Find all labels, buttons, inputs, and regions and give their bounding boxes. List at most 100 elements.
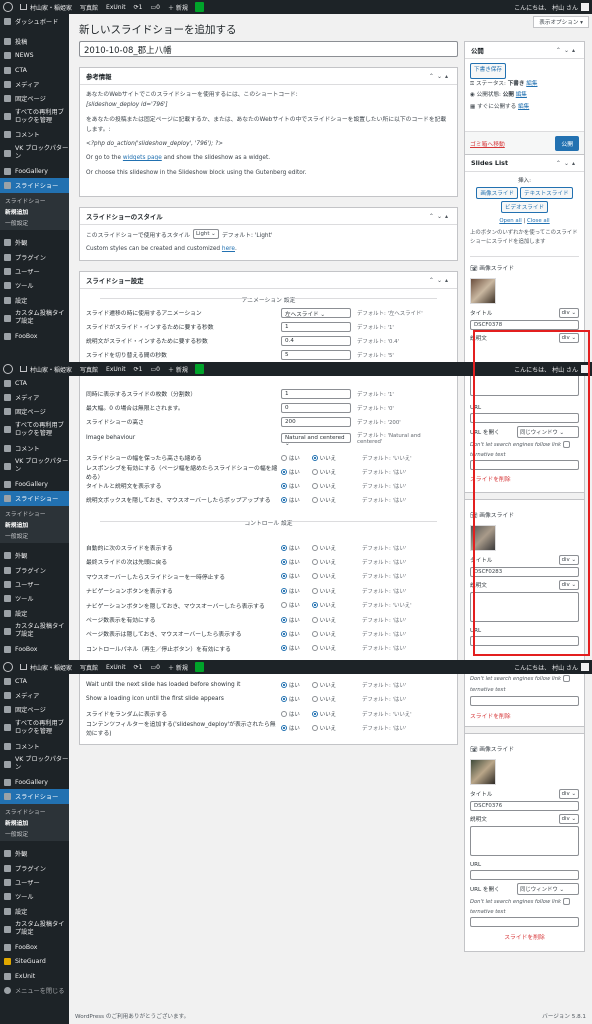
- menu-appearance[interactable]: 外観: [0, 236, 69, 250]
- menu-custom-post-types[interactable]: カスタム投稿タイプ設定: [0, 307, 69, 329]
- no-radio[interactable]: [311, 496, 318, 503]
- menu-media[interactable]: メディア: [0, 77, 69, 91]
- screen-options-button[interactable]: 表示オプション ▾: [533, 16, 589, 28]
- avatar[interactable]: [581, 663, 589, 671]
- slide-url-input[interactable]: [470, 870, 579, 880]
- comments-count[interactable]: ▭ 0: [146, 660, 164, 674]
- description-tag-select[interactable]: div ⌄: [558, 814, 579, 824]
- collapse-menu[interactable]: メニューを閉じる: [0, 983, 69, 997]
- title-tag-select[interactable]: div ⌄: [558, 789, 579, 799]
- yes-radio[interactable]: [281, 710, 287, 717]
- new-content-button[interactable]: ＋ 新規: [164, 660, 192, 674]
- menu-foogallery[interactable]: FooGallery: [0, 164, 69, 178]
- new-content-button[interactable]: ＋ 新規: [164, 0, 192, 14]
- admin-bar-exunit[interactable]: ExUnit: [102, 362, 130, 376]
- submenu-general-settings[interactable]: 一般設定: [0, 530, 69, 541]
- yes-no-toggle[interactable]: はい いいえ: [281, 630, 356, 638]
- slides-per-view-input[interactable]: 1: [281, 388, 351, 399]
- menu-tools[interactable]: ツール: [0, 592, 69, 606]
- menu-reusable-blocks[interactable]: すべての再利用ブロックを管理: [0, 106, 69, 128]
- add-image-slide-button[interactable]: 画像スライド: [476, 187, 518, 199]
- menu-reusable-blocks[interactable]: すべての再利用ブロックを管理: [0, 717, 69, 739]
- style-select[interactable]: Light ⌄: [193, 229, 219, 239]
- yes-no-toggle[interactable]: はい いいえ: [281, 558, 356, 566]
- yes-radio[interactable]: [281, 630, 287, 637]
- menu-slideshow[interactable]: スライドショー: [0, 491, 69, 506]
- menu-cta[interactable]: CTA: [0, 376, 69, 390]
- wordpress-logo-icon[interactable]: [3, 364, 13, 374]
- updates-count[interactable]: ⟳ 1: [130, 0, 147, 14]
- title-tag-select[interactable]: div ⌄: [558, 308, 579, 318]
- submenu-general-settings[interactable]: 一般設定: [0, 828, 69, 839]
- menu-slideshow[interactable]: スライドショー: [0, 789, 69, 804]
- admin-bar-photo[interactable]: 写真館: [76, 660, 102, 674]
- yes-radio[interactable]: [281, 468, 287, 475]
- yes-no-toggle[interactable]: はい いいえ: [281, 544, 356, 552]
- menu-vk-block-patterns[interactable]: VK ブロックパターン: [0, 455, 69, 477]
- yes-no-toggle[interactable]: はい いいえ: [281, 468, 356, 476]
- menu-foogallery[interactable]: FooGallery: [0, 775, 69, 789]
- yes-radio[interactable]: [281, 454, 287, 461]
- submenu-slideshow[interactable]: スライドショー: [0, 508, 69, 519]
- comments-count[interactable]: ▭ 0: [146, 0, 164, 14]
- submenu-slideshow[interactable]: スライドショー: [0, 806, 69, 817]
- admin-bar-photo[interactable]: 写真館: [76, 362, 102, 376]
- yes-radio[interactable]: [281, 544, 287, 551]
- publish-button[interactable]: 公開: [555, 136, 579, 151]
- menu-vk-block-patterns[interactable]: VK ブロックパターン: [0, 142, 69, 164]
- yes-no-toggle[interactable]: はい いいえ: [281, 695, 356, 703]
- add-text-slide-button[interactable]: テキストスライド: [519, 187, 573, 199]
- submenu-add-new[interactable]: 新規追加: [0, 206, 69, 217]
- menu-plugins[interactable]: プラグイン: [0, 861, 69, 875]
- panel-toggle-icon[interactable]: ⌃⌄▴: [429, 277, 451, 284]
- greeting[interactable]: こんにちは、 村山 さん: [514, 3, 578, 12]
- menu-siteguard[interactable]: SiteGuard: [0, 955, 69, 969]
- menu-settings[interactable]: 設定: [0, 293, 69, 307]
- yes-radio[interactable]: [281, 482, 287, 489]
- yes-radio[interactable]: [281, 602, 287, 609]
- yes-no-toggle[interactable]: はい いいえ: [281, 681, 356, 689]
- nofollow-checkbox[interactable]: [563, 898, 571, 905]
- no-radio[interactable]: [311, 454, 318, 461]
- edit-status-link[interactable]: 編集: [526, 81, 537, 87]
- admin-bar-exunit[interactable]: ExUnit: [102, 0, 130, 14]
- no-radio[interactable]: [311, 587, 318, 594]
- menu-posts[interactable]: 投稿: [0, 34, 69, 48]
- new-content-button[interactable]: ＋ 新規: [164, 362, 192, 376]
- post-title-input[interactable]: 2010-10-08_郡上八幡: [79, 41, 458, 57]
- menu-plugins[interactable]: プラグイン: [0, 250, 69, 264]
- add-video-slide-button[interactable]: ビデオスライド: [500, 201, 549, 213]
- wordpress-logo-icon[interactable]: [3, 2, 13, 12]
- menu-foogallery[interactable]: FooGallery: [0, 477, 69, 491]
- yes-no-toggle[interactable]: はい いいえ: [281, 482, 356, 490]
- submenu-add-new[interactable]: 新規追加: [0, 519, 69, 530]
- menu-custom-post-types[interactable]: カスタム投稿タイプ設定: [0, 620, 69, 642]
- yes-radio[interactable]: [281, 645, 287, 652]
- updates-count[interactable]: ⟳ 1: [130, 362, 147, 376]
- menu-slideshow[interactable]: スライドショー: [0, 178, 69, 193]
- no-radio[interactable]: [311, 482, 318, 489]
- menu-dashboard[interactable]: ダッシュボード: [0, 14, 69, 28]
- slide-title-input[interactable]: DSCF0378: [470, 320, 579, 330]
- animation-select[interactable]: 左へスライド ⌄: [281, 307, 351, 318]
- comments-count[interactable]: ▭ 0: [146, 362, 164, 376]
- no-radio[interactable]: [311, 725, 318, 731]
- yes-no-toggle[interactable]: はい いいえ: [281, 601, 356, 609]
- menu-settings[interactable]: 設定: [0, 904, 69, 918]
- menu-users[interactable]: ユーザー: [0, 577, 69, 591]
- yes-radio[interactable]: [281, 725, 287, 731]
- menu-comments[interactable]: コメント: [0, 441, 69, 455]
- delete-slide-link[interactable]: スライドを削除: [470, 932, 579, 941]
- edit-schedule-link[interactable]: 編集: [518, 104, 529, 110]
- image-behaviour-select[interactable]: Natural and centered ⌄: [281, 433, 351, 447]
- menu-vk-block-patterns[interactable]: VK ブロックパターン: [0, 753, 69, 775]
- menu-foobox[interactable]: FooBox: [0, 329, 69, 343]
- menu-appearance[interactable]: 外観: [0, 847, 69, 861]
- menu-media[interactable]: メディア: [0, 390, 69, 404]
- trash-link[interactable]: ゴミ箱へ移動: [470, 139, 505, 148]
- close-all-link[interactable]: Close all: [527, 218, 550, 224]
- slide-description-input[interactable]: [470, 826, 579, 856]
- no-radio[interactable]: [311, 558, 318, 565]
- no-radio[interactable]: [311, 710, 318, 717]
- interval-input[interactable]: 5: [281, 349, 351, 360]
